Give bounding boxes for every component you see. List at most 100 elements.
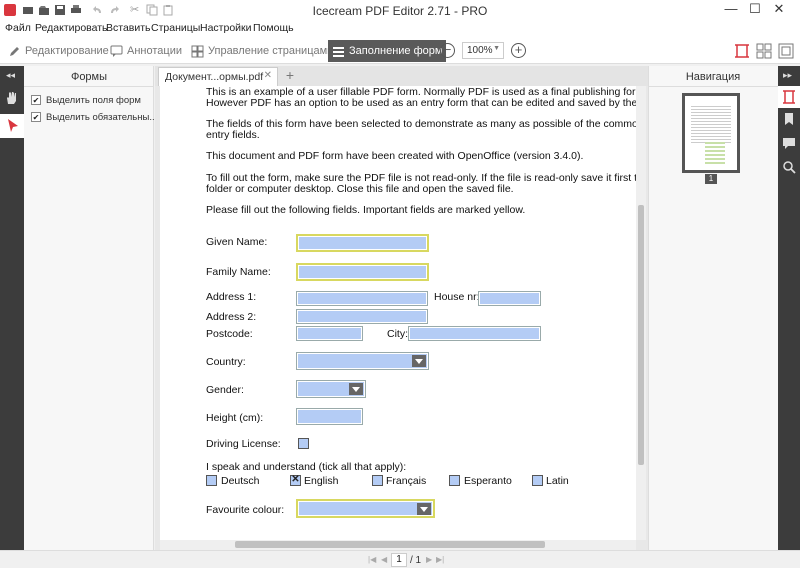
horizontal-scroll-thumb[interactable] [235, 541, 545, 548]
highlight-fields-checkbox[interactable]: ✔ [31, 95, 41, 105]
comments-icon[interactable] [782, 136, 796, 150]
favourite-colour-select[interactable] [296, 499, 435, 518]
given-name-label: Given Name: [206, 236, 268, 248]
comment-icon [110, 45, 123, 58]
form-fill-button[interactable]: Заполнение форм [328, 40, 447, 62]
address2-label: Address 2: [206, 311, 257, 323]
given-name-field[interactable] [296, 234, 429, 252]
thumbnail-page-number: 1 [705, 174, 717, 184]
latin-label: Latin [546, 475, 569, 487]
menu-help[interactable]: Помощь [253, 22, 294, 34]
forms-panel [24, 66, 154, 550]
page-number-input[interactable]: 1 [391, 553, 407, 567]
family-name-label: Family Name: [206, 266, 271, 278]
menu-insert[interactable]: Вставить [106, 22, 151, 34]
intro-line-8: Please fill out the following fields. Im… [206, 204, 526, 216]
navigation-panel-title: Навигация [685, 71, 741, 83]
edit-mode-label: Редактирование [25, 45, 109, 57]
chevron-down-icon [349, 383, 363, 395]
address2-field[interactable] [296, 309, 428, 324]
intro-line-5: This document and PDF form have been cre… [206, 150, 584, 162]
driving-license-checkbox[interactable] [298, 438, 309, 449]
thumbnail-fields [705, 142, 725, 164]
esperanto-label: Esperanto [464, 475, 512, 487]
highlight-fields-label: Выделить поля форм [46, 95, 141, 106]
panel-divider [24, 86, 154, 87]
chevron-down-icon: ▼ [493, 45, 500, 52]
menu-file[interactable]: Файл [5, 22, 31, 34]
postcode-field[interactable] [296, 326, 363, 341]
height-label: Height (cm): [206, 412, 264, 424]
bookmark-icon[interactable] [782, 112, 796, 126]
close-button[interactable]: ✕ [756, 0, 800, 20]
menu-edit[interactable]: Редактировать [35, 22, 108, 34]
deutsch-checkbox[interactable] [206, 475, 217, 486]
collapse-left-icon[interactable]: ◂◂ [6, 70, 15, 81]
english-label: English [304, 475, 339, 487]
document-tab-label: Документ...ормы.pdf [165, 71, 264, 83]
edit-mode-button[interactable]: Редактирование [4, 40, 113, 62]
address1-field[interactable] [296, 291, 428, 306]
francais-checkbox[interactable] [372, 475, 383, 486]
select-tool-icon[interactable] [0, 114, 24, 138]
height-field[interactable] [296, 408, 363, 425]
add-tab-button[interactable]: + [282, 68, 298, 84]
address1-label: Address 1: [206, 291, 257, 303]
search-icon[interactable] [782, 160, 796, 174]
document-tab[interactable]: Документ...ормы.pdf ✕ [158, 67, 278, 86]
english-checkbox[interactable]: ✕ [290, 474, 301, 486]
driving-license-label: Driving License: [206, 438, 281, 450]
languages-label: I speak and understand (tick all that ap… [206, 461, 407, 473]
two-page-view-icon[interactable] [756, 43, 772, 59]
check-mark-icon: ✕ [291, 474, 300, 485]
full-screen-icon[interactable] [778, 43, 794, 59]
page-management-label: Управление страницами [208, 45, 334, 57]
menu-settings[interactable]: Настройки [200, 22, 252, 34]
latin-checkbox[interactable] [532, 475, 543, 486]
city-field[interactable] [408, 326, 541, 341]
francais-label: Français [386, 475, 427, 487]
previous-page-icon[interactable]: ◀ [381, 555, 387, 564]
intro-line-4: entry fields. [206, 129, 260, 141]
forms-panel-title: Формы [70, 71, 108, 83]
next-page-icon[interactable]: ▶ [426, 555, 432, 564]
hand-tool-icon[interactable] [4, 90, 20, 106]
intro-line-3: The fields of this form have been select… [206, 118, 636, 130]
page-management-button[interactable]: Управление страницами [187, 40, 337, 62]
single-page-view-icon[interactable] [734, 43, 750, 59]
chevron-down-icon [412, 355, 426, 367]
pencil-icon [8, 45, 21, 58]
pdf-page: This is an example of a user fillable PD… [160, 86, 636, 540]
chevron-down-icon [417, 503, 431, 515]
postcode-label: Postcode: [206, 328, 253, 340]
expand-right-icon[interactable]: ▸▸ [783, 70, 792, 81]
vertical-scroll-thumb[interactable] [638, 205, 644, 465]
country-select[interactable] [296, 352, 429, 370]
page-view-icon[interactable] [778, 86, 800, 108]
zoom-select[interactable]: 100% ▼ [462, 42, 504, 59]
highlight-required-label: Выделить обязательны... [46, 112, 158, 123]
esperanto-checkbox[interactable] [449, 475, 460, 486]
thumbnail-text-lines [691, 104, 731, 144]
left-tool-strip [0, 66, 24, 550]
total-pages: / 1 [410, 555, 422, 566]
family-name-field[interactable] [296, 263, 429, 281]
zoom-out-icon[interactable]: − [440, 43, 455, 58]
last-page-icon[interactable]: ▶| [436, 555, 444, 564]
house-nr-label: House nr: [434, 291, 480, 303]
house-nr-field[interactable] [478, 291, 541, 306]
gender-select[interactable] [296, 380, 366, 398]
first-page-icon[interactable]: |◀ [368, 555, 376, 564]
intro-line-2: However PDF has an option to be used as … [206, 97, 636, 109]
page-thumbnail[interactable] [682, 93, 740, 173]
country-label: Country: [206, 356, 246, 368]
deutsch-label: Deutsch [221, 475, 260, 487]
intro-line-7: folder or computer desktop. Close this f… [206, 183, 514, 195]
favourite-colour-label: Favourite colour: [206, 504, 285, 516]
menu-pages[interactable]: Страницы [151, 22, 200, 34]
close-tab-icon[interactable]: ✕ [264, 70, 272, 81]
zoom-in-icon[interactable]: + [511, 43, 526, 58]
highlight-required-checkbox[interactable]: ✔ [31, 112, 41, 122]
annotations-button[interactable]: Аннотации [106, 40, 186, 62]
form-lines-icon [332, 45, 345, 58]
